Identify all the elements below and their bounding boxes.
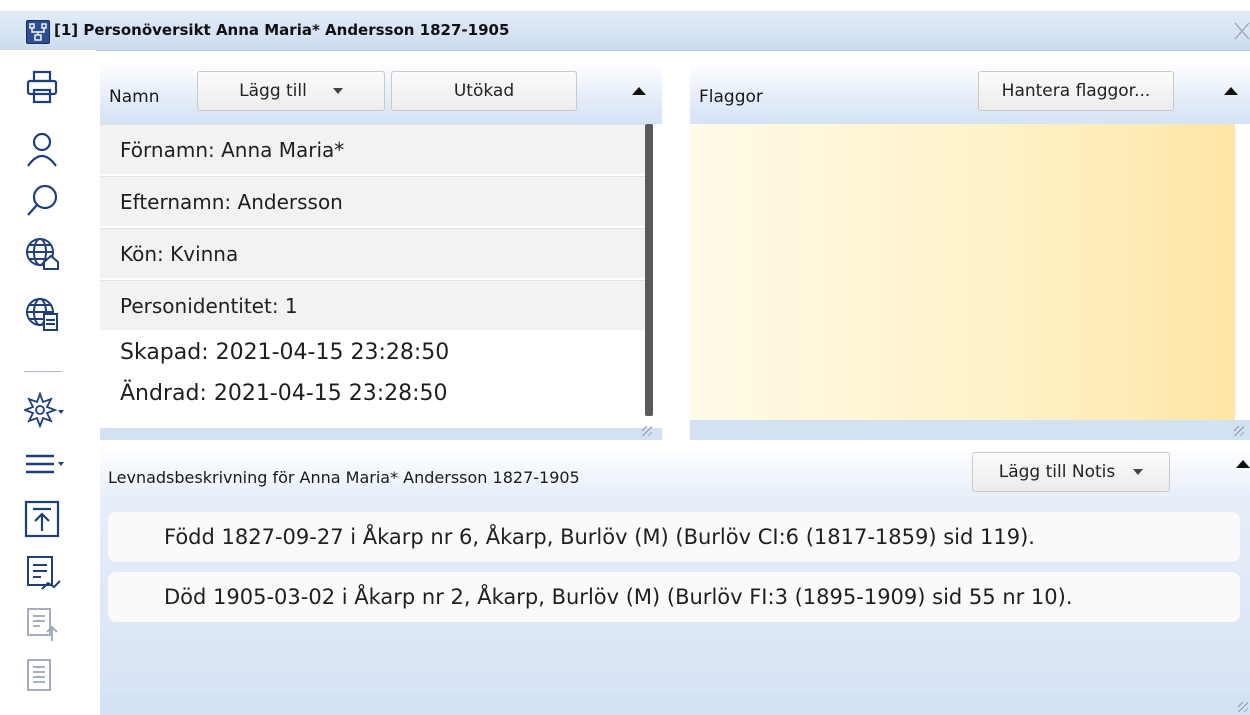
flags-panel-footer xyxy=(690,420,1250,440)
name-panel-label: Namn xyxy=(109,87,160,107)
name-panel-scrollbar[interactable] xyxy=(645,124,653,416)
document-arrow-up-icon xyxy=(24,605,68,645)
first-name-row[interactable]: Förnamn: Anna Maria* xyxy=(100,124,645,174)
name-panel-header: Namn Lägg till Utökad xyxy=(100,62,662,124)
flags-panel-header: Flaggor Hantera flaggor... xyxy=(690,62,1250,124)
life-entry-birth[interactable]: Född 1827-09-27 i Åkarp nr 6, Åkarp, Bur… xyxy=(108,512,1240,562)
window-titlebar: [1] Personöversikt Anna Maria* Andersson… xyxy=(0,0,1250,51)
name-panel-footer xyxy=(100,428,662,440)
resize-grip-icon[interactable] xyxy=(642,426,652,436)
life-panel-footer xyxy=(100,692,1250,715)
chevron-down-icon xyxy=(1133,469,1144,475)
extended-button[interactable]: Utökad xyxy=(391,71,577,111)
flags-panel: Flaggor Hantera flaggor... xyxy=(690,62,1250,440)
star-menu-icon[interactable] xyxy=(24,390,68,430)
add-note-dropdown-button[interactable]: Lägg till Notis xyxy=(972,452,1170,492)
list-menu-icon[interactable] xyxy=(24,444,68,484)
chevron-down-icon xyxy=(332,88,343,94)
manage-flags-button[interactable]: Hantera flaggor... xyxy=(978,71,1174,111)
modified-timestamp: Ändrad: 2021-04-15 23:28:50 xyxy=(120,381,448,406)
close-icon[interactable] xyxy=(1234,18,1250,44)
created-timestamp: Skapad: 2021-04-15 23:28:50 xyxy=(120,340,450,365)
document-report-icon[interactable] xyxy=(24,555,68,595)
life-entry-death[interactable]: Död 1905-03-02 i Åkarp nr 2, Åkarp, Burl… xyxy=(108,572,1240,622)
family-tree-icon xyxy=(26,20,50,44)
life-description-panel: Levnadsbeskrivning för Anna Maria* Ander… xyxy=(100,446,1250,715)
person-identity-row[interactable]: Personidentitet: 1 xyxy=(100,280,645,330)
window-title: [1] Personöversikt Anna Maria* Andersson… xyxy=(54,21,510,39)
last-name-row[interactable]: Efternamn: Andersson xyxy=(100,176,645,226)
life-description-title: Levnadsbeskrivning för Anna Maria* Ander… xyxy=(108,468,580,487)
globe-house-icon[interactable] xyxy=(24,234,68,274)
resize-grip-icon[interactable] xyxy=(1238,702,1248,712)
gender-row[interactable]: Kön: Kvinna xyxy=(100,228,645,278)
collapse-arrow-icon[interactable] xyxy=(632,87,646,95)
export-top-icon[interactable] xyxy=(24,500,68,540)
print-icon[interactable] xyxy=(24,68,68,108)
side-toolbar xyxy=(0,50,96,715)
resize-grip-icon[interactable] xyxy=(1234,426,1244,436)
collapse-arrow-icon[interactable] xyxy=(1236,460,1250,468)
search-icon[interactable] xyxy=(24,182,68,222)
person-icon[interactable] xyxy=(24,130,68,170)
flags-area xyxy=(690,124,1235,420)
name-panel: Namn Lägg till Utökad Förnamn: Anna Mari… xyxy=(100,62,680,440)
add-name-dropdown-button[interactable]: Lägg till xyxy=(197,71,385,111)
document-list-icon xyxy=(24,656,68,696)
globe-document-icon[interactable] xyxy=(24,296,68,336)
collapse-arrow-icon[interactable] xyxy=(1224,87,1238,95)
record-metadata: Skapad: 2021-04-15 23:28:50 Ändrad: 2021… xyxy=(100,332,645,428)
toolbar-separator xyxy=(24,371,62,372)
flags-panel-label: Flaggor xyxy=(699,87,763,107)
